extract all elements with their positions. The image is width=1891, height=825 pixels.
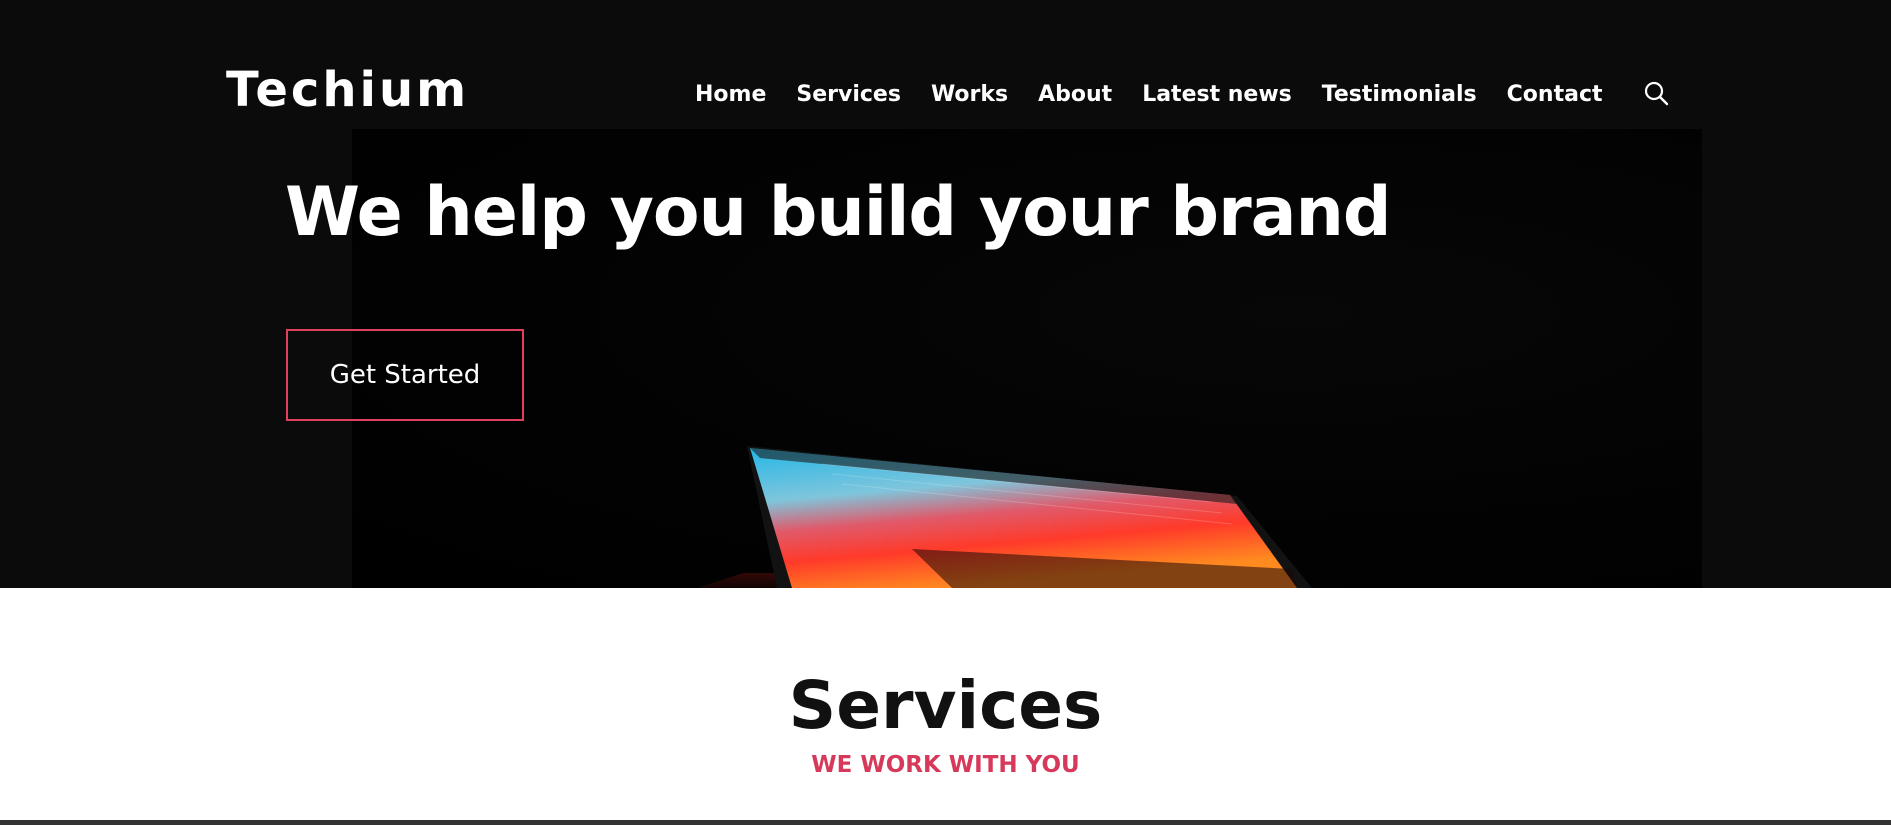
nav-item-services[interactable]: Services <box>796 78 901 112</box>
main-nav: Home Services Works About Latest news Te… <box>680 78 1618 112</box>
nav-item-home[interactable]: Home <box>695 78 766 112</box>
brand-logo[interactable]: Techium <box>226 62 469 118</box>
nav-item-contact[interactable]: Contact <box>1507 78 1603 112</box>
services-heading: Services <box>788 667 1103 744</box>
section-divider <box>0 820 1891 825</box>
nav-item-works[interactable]: Works <box>931 78 1008 112</box>
hero-section: Techium Home Services Works About Latest… <box>0 0 1891 588</box>
nav-item-about[interactable]: About <box>1038 78 1112 112</box>
nav-item-latest-news[interactable]: Latest news <box>1142 78 1292 112</box>
get-started-button[interactable]: Get Started <box>286 329 524 421</box>
services-section: Services WE WORK WITH YOU <box>0 588 1891 825</box>
hero-title: We help you build your brand <box>285 173 1392 252</box>
search-icon[interactable] <box>1642 80 1670 108</box>
services-subtitle: WE WORK WITH YOU <box>811 752 1080 778</box>
nav-item-testimonials[interactable]: Testimonials <box>1322 78 1477 112</box>
